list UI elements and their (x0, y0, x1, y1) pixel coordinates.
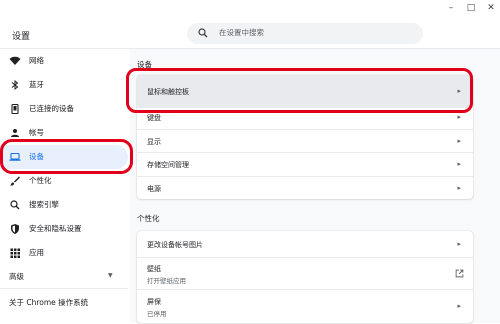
sidebar-item-network[interactable]: 网络 (0, 49, 128, 73)
row-wallpaper[interactable]: 壁纸 打开壁纸应用 (137, 257, 473, 290)
sidebar-item-label: 应用 (29, 248, 44, 257)
row-title: 存储空间管理 (147, 161, 189, 169)
search-icon (198, 28, 208, 38)
row-title: 屏保 (147, 298, 161, 306)
close-button[interactable]: ✕ (486, 2, 496, 14)
row-title: 显示 (147, 138, 161, 146)
chevron-right-icon: ▸ (457, 113, 461, 121)
sidebar-item-label: 安全和隐私设置 (29, 224, 82, 233)
section-title-personalization: 个性化 (137, 214, 160, 223)
connected-devices-icon (11, 103, 19, 115)
sidebar-item-label: 搜索引擎 (29, 200, 59, 209)
sidebar-item-label: 蓝牙 (29, 80, 44, 89)
maximize-button[interactable]: □ (466, 2, 476, 14)
sidebar-item-search-engine[interactable]: 搜索引擎 (0, 193, 128, 217)
sidebar-item-bluetooth[interactable]: 蓝牙 (0, 73, 128, 97)
sidebar-divider (0, 288, 128, 289)
row-display[interactable]: 显示 ▸ (137, 129, 473, 153)
app-title: 设置 (12, 32, 31, 42)
row-screensaver[interactable]: 屏保 已停用 ▸ (137, 289, 473, 324)
apps-grid-icon (10, 248, 20, 258)
chevron-down-icon[interactable]: ▼ (108, 272, 113, 279)
sidebar-about[interactable]: 关于 Chrome 操作系统 (9, 297, 88, 308)
row-storage[interactable]: 存储空间管理 ▸ (137, 152, 473, 177)
annotation-highlight-mouse-touchpad (126, 68, 473, 113)
chevron-right-icon: ▸ (457, 240, 461, 248)
open-external-icon[interactable] (455, 269, 464, 278)
wifi-icon (9, 56, 21, 65)
row-title: 壁纸 (147, 265, 161, 273)
sidebar-item-security[interactable]: 安全和隐私设置 (0, 217, 128, 241)
chevron-right-icon: ▸ (457, 302, 461, 310)
personalization-card: 更改设备帐号图片 ▸ 壁纸 打开壁纸应用 屏保 已停用 ▸ (137, 231, 473, 323)
sidebar-advanced[interactable]: 高级 (9, 271, 24, 282)
sidebar-item-label: 已连接的设备 (29, 104, 74, 113)
sidebar-item-label: 网络 (29, 56, 44, 65)
search-box[interactable]: 在设置中搜索 (187, 23, 423, 44)
row-power[interactable]: 电源 ▸ (137, 176, 473, 200)
account-icon (11, 129, 19, 137)
row-title: 电源 (147, 185, 161, 193)
row-account-picture[interactable]: 更改设备帐号图片 ▸ (137, 231, 473, 257)
row-title: 更改设备帐号图片 (147, 241, 203, 249)
search-icon (10, 200, 20, 210)
row-subtitle: 打开壁纸应用 (147, 277, 186, 285)
sidebar-item-label: 帐号 (29, 128, 44, 137)
minimize-button[interactable]: – (446, 2, 456, 14)
search-input[interactable]: 在设置中搜索 (219, 27, 264, 38)
chevron-right-icon: ▸ (457, 160, 461, 168)
bluetooth-icon (11, 79, 19, 91)
shield-icon (11, 224, 19, 234)
sidebar-item-label: 个性化 (29, 176, 52, 185)
chevron-right-icon: ▸ (457, 137, 461, 145)
row-title: 键盘 (147, 114, 161, 122)
row-subtitle: 已停用 (147, 310, 167, 318)
sidebar-item-connected-devices[interactable]: 已连接的设备 (0, 97, 128, 121)
annotation-highlight-device (0, 139, 133, 174)
brush-icon (10, 176, 20, 186)
chevron-right-icon: ▸ (457, 184, 461, 192)
sidebar-item-apps[interactable]: 应用 (0, 241, 128, 265)
window-controls: – □ ✕ (446, 2, 496, 14)
